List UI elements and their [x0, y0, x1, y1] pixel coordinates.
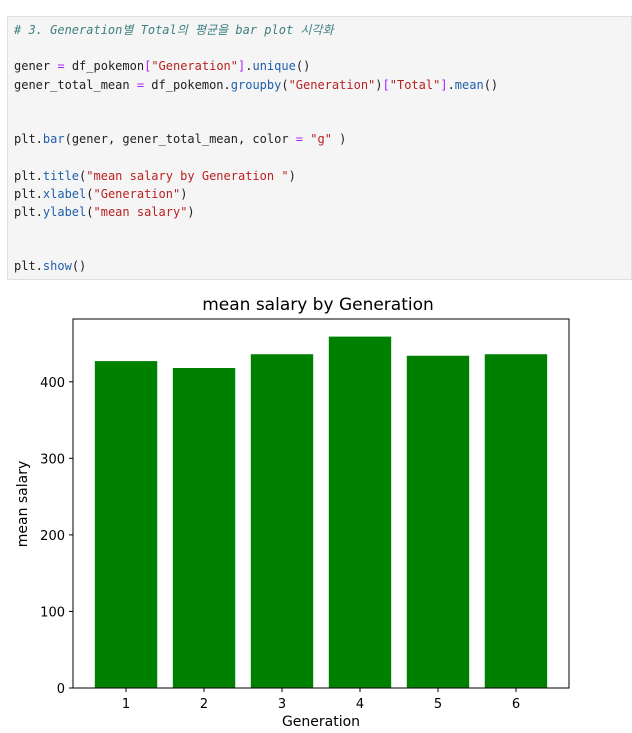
bar-generation-3 — [250, 354, 314, 688]
x-tick-label: 4 — [356, 697, 364, 712]
code-token: ) — [375, 77, 383, 92]
bar-generation-2 — [172, 367, 236, 688]
code-line: plt.title("mean salary by Generation ") — [14, 167, 498, 185]
code-token: "mean salary by Generation " — [86, 168, 289, 183]
code-token: "Generation" — [151, 59, 239, 74]
code-token: ) — [180, 186, 188, 201]
code-token: gener_total_mean — [14, 77, 137, 92]
code-token: mean — [454, 77, 484, 92]
code-token: plt. — [14, 204, 43, 219]
x-tick-label: 6 — [512, 697, 520, 712]
code-token: . — [447, 77, 455, 92]
code-token: # 3. Generation별 Total의 평균을 bar plot 시각화 — [14, 23, 334, 37]
chart-title: mean salary by Generation — [202, 295, 434, 315]
code-token: = — [295, 132, 304, 147]
code-token: (gener, gener_total_mean, color — [64, 132, 296, 147]
x-axis-label: Generation — [282, 714, 360, 728]
x-tick-label: 5 — [434, 697, 442, 712]
code-editor[interactable]: # 3. Generation별 Total의 평균을 bar plot 시각화… — [14, 21, 498, 276]
code-token: title — [42, 168, 80, 183]
code-token: ( — [86, 204, 94, 219]
y-tick-label: 300 — [40, 452, 65, 467]
code-line: plt.xlabel("Generation") — [14, 185, 498, 203]
code-token: ) — [331, 132, 347, 147]
code-token: df_pokemon — [64, 59, 145, 74]
code-token: ylabel — [42, 204, 87, 219]
code-token: "mean salary" — [93, 204, 188, 219]
code-line: # 3. Generation별 Total의 평균을 bar plot 시각화 — [14, 21, 498, 39]
code-token: unique — [252, 59, 296, 74]
bar-generation-5 — [406, 355, 470, 688]
code-token: () — [483, 77, 499, 92]
y-tick-label: 100 — [40, 605, 65, 620]
code-token: "g" — [310, 132, 332, 147]
code-token: xlabel — [42, 186, 87, 201]
code-token: = — [57, 59, 65, 74]
code-token: plt. — [14, 259, 43, 274]
code-token: ] — [440, 77, 448, 92]
code-token: ) — [187, 204, 195, 219]
code-token: plt. — [14, 132, 43, 147]
bar-chart: mean salary by Generation 0100200300400 … — [15, 295, 570, 730]
plot-output: mean salary by Generation 0 100 200 300 400 … — [0, 282, 632, 730]
code-line: plt.bar(gener, gener_total_mean, color =… — [14, 130, 498, 148]
y-tick-label: 0 — [57, 682, 65, 697]
bar-generation-6 — [484, 354, 548, 688]
bar-generation-4 — [328, 336, 392, 688]
code-token: ( — [281, 77, 289, 92]
code-token: ) — [288, 168, 296, 183]
y-tick-label: 400 — [40, 376, 65, 391]
x-tick-label: 3 — [278, 697, 286, 712]
code-token: gener — [14, 59, 58, 74]
code-token: "Generation" — [93, 186, 181, 201]
code-token: = — [136, 77, 145, 92]
code-token: [ — [382, 77, 390, 92]
bar-generation-1 — [94, 361, 158, 688]
code-token: () — [71, 259, 87, 274]
code-token: show — [42, 259, 72, 274]
y-axis-label: mean salary — [15, 461, 31, 548]
code-line: plt.show() — [14, 257, 498, 275]
code-token: plt. — [14, 168, 43, 183]
x-tick-label: 2 — [200, 697, 208, 712]
code-token: groupby — [230, 77, 282, 92]
code-token: "Total" — [389, 77, 441, 92]
code-line: gener = df_pokemon["Generation"].unique(… — [14, 57, 498, 75]
code-token: plt. — [14, 186, 43, 201]
y-tick-label: 200 — [40, 529, 65, 544]
code-token: bar — [42, 132, 65, 147]
code-line: gener_total_mean = df_pokemon.groupby("G… — [14, 76, 498, 94]
code-token: () — [295, 59, 311, 74]
code-token: df_pokemon. — [144, 77, 231, 92]
code-token: "Generation" — [288, 77, 376, 92]
code-line: plt.ylabel("mean salary") — [14, 203, 498, 221]
code-token: ( — [86, 186, 94, 201]
x-tick-label: 1 — [122, 697, 130, 712]
